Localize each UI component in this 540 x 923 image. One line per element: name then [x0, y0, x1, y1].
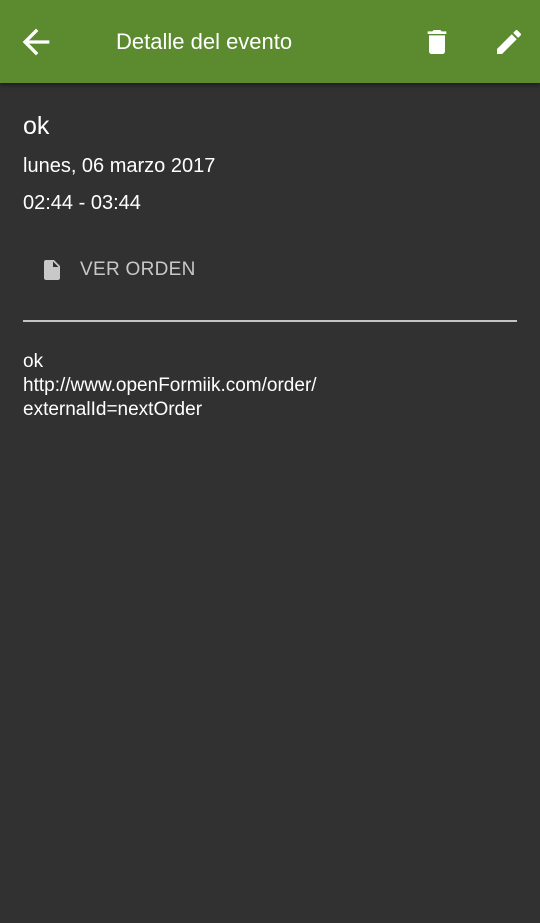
edit-button[interactable]	[487, 20, 531, 64]
arrow-back-icon	[22, 28, 50, 56]
description-line: ok	[23, 351, 44, 372]
view-order-button[interactable]: VER ORDEN	[32, 246, 204, 294]
view-order-label: VER ORDEN	[80, 259, 196, 280]
pencil-icon	[497, 29, 522, 54]
event-title: ok	[23, 112, 50, 140]
document-icon	[40, 258, 64, 282]
event-date: lunes, 06 marzo 2017	[23, 155, 216, 177]
app-bar: Detalle del evento	[0, 0, 540, 83]
event-time: 02:44 - 03:44	[23, 192, 141, 214]
delete-button[interactable]	[415, 20, 459, 64]
description-line: externalId=nextOrder	[23, 399, 203, 420]
page-title: Detalle del evento	[116, 29, 293, 54]
divider	[23, 320, 517, 322]
event-description: ok http://www.openFormiik.com/order/ ext…	[23, 350, 517, 422]
description-link: http://www.openFormiik.com/order/	[23, 375, 317, 396]
back-button[interactable]	[14, 20, 58, 64]
trash-icon	[427, 30, 447, 54]
